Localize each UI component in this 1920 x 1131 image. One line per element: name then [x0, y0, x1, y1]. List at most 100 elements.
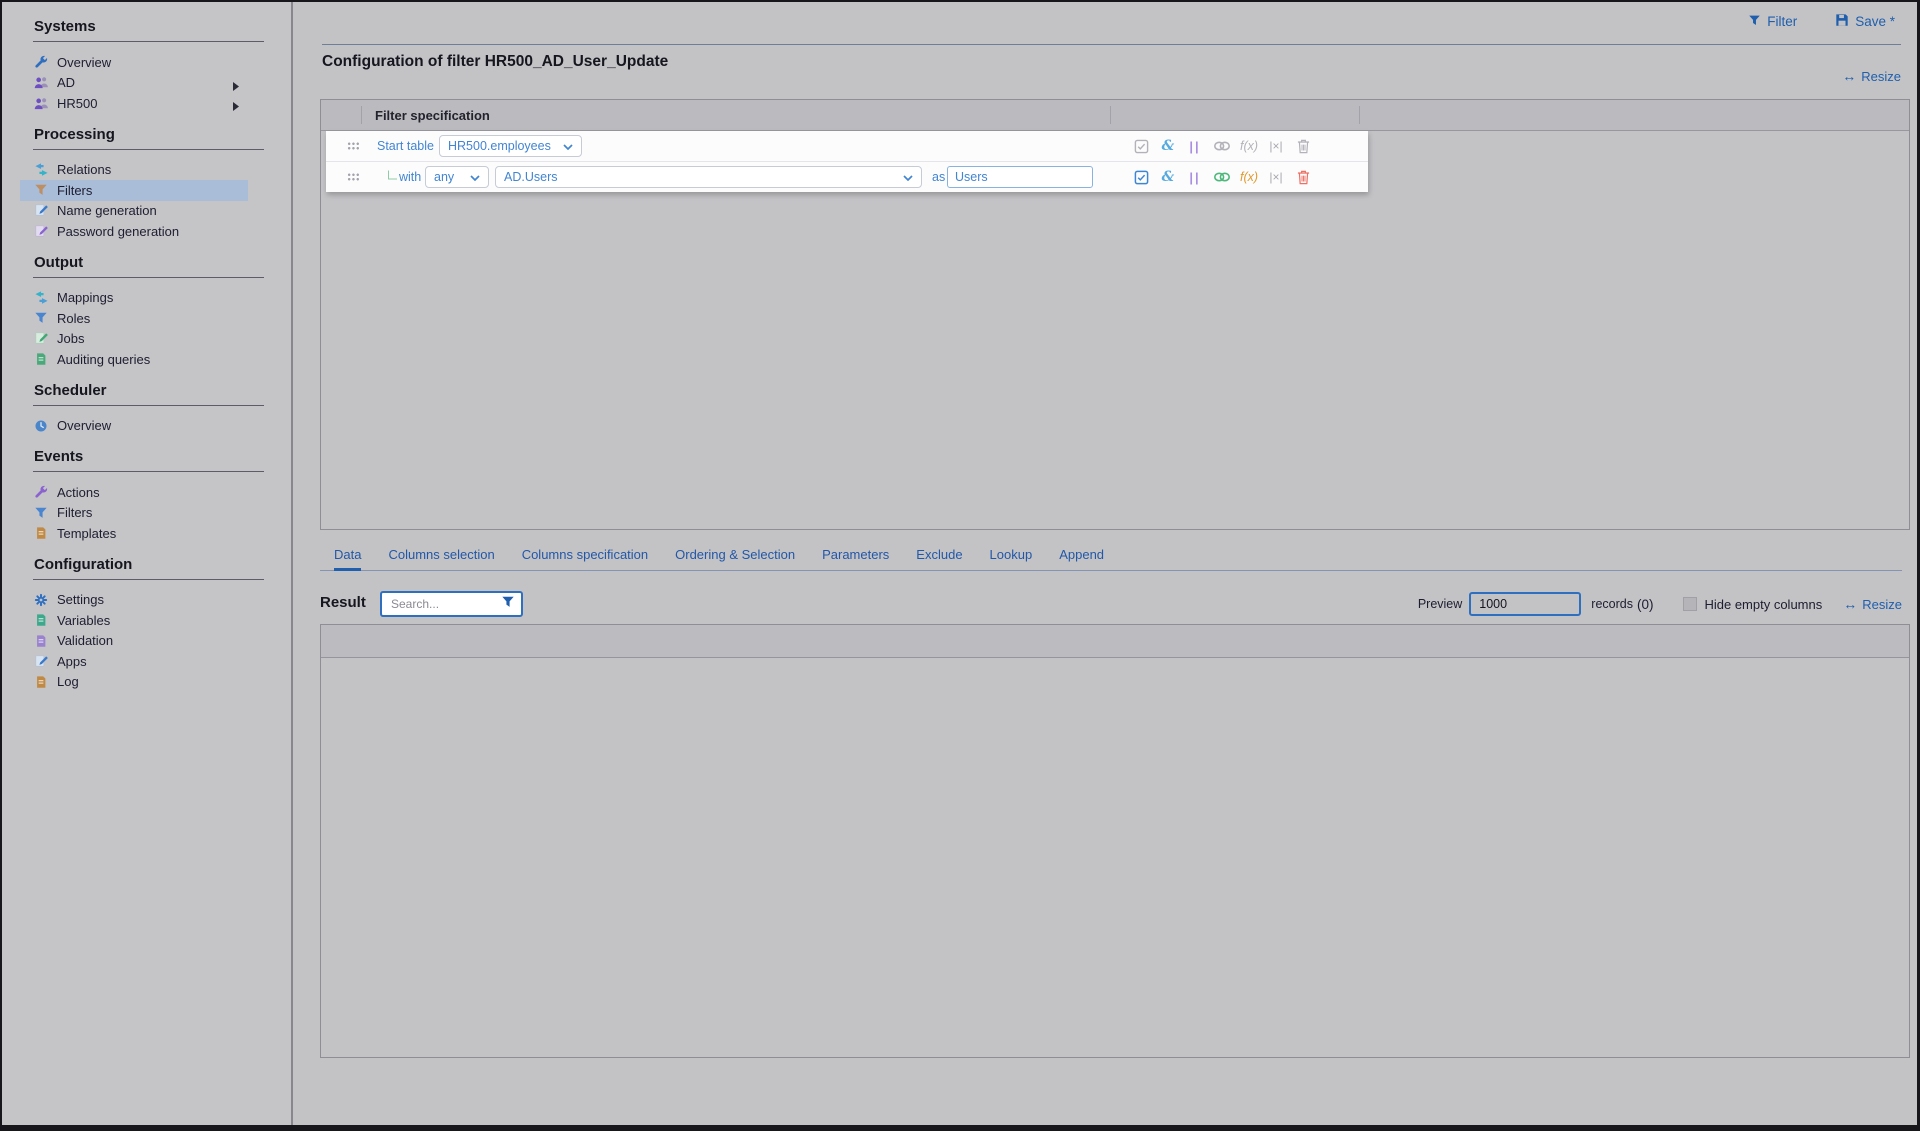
drag-handle-icon[interactable] — [347, 173, 360, 182]
hide-empty-columns-checkbox[interactable] — [1683, 597, 1697, 611]
sidebar-item-scheduler-overview[interactable]: Overview — [20, 416, 248, 437]
select-checkbox-icon[interactable] — [1132, 168, 1150, 186]
sidebar-item-actions[interactable]: Actions — [20, 482, 248, 503]
clock-icon — [33, 418, 49, 434]
search-combo — [380, 591, 523, 617]
and-operator-icon[interactable]: & — [1159, 168, 1177, 186]
sidebar-item-log[interactable]: Log — [20, 672, 248, 693]
section-divider — [33, 579, 264, 580]
or-operator-icon[interactable]: || — [1186, 168, 1204, 186]
sidebar-item-label: Jobs — [57, 331, 84, 346]
sidebar-item-name-generation[interactable]: Name generation — [20, 201, 248, 222]
drag-handle-icon[interactable] — [347, 142, 360, 151]
trash-icon[interactable] — [1294, 137, 1312, 155]
filter-button[interactable]: Filter — [1748, 14, 1797, 30]
gear-icon — [33, 592, 49, 608]
sidebar-item-label: HR500 — [57, 96, 97, 111]
tab-columns-selection[interactable]: Columns selection — [388, 547, 494, 570]
link-icon[interactable] — [1213, 168, 1231, 186]
sidebar-item-label: Settings — [57, 592, 104, 607]
document-icon — [33, 351, 49, 367]
section-title-configuration: Configuration — [34, 556, 291, 573]
sidebar-item-label: Overview — [57, 55, 111, 70]
trash-icon[interactable] — [1294, 168, 1312, 186]
sidebar-item-label: Auditing queries — [57, 352, 150, 367]
alias-input[interactable] — [947, 166, 1093, 188]
preview-label: Preview — [1418, 597, 1462, 611]
tab-columns-specification[interactable]: Columns specification — [522, 547, 648, 570]
section-divider — [33, 41, 264, 42]
quantifier-select[interactable]: any — [425, 166, 489, 188]
sidebar-item-apps[interactable]: Apps — [20, 651, 248, 672]
sidebar-item-filters-events[interactable]: Filters — [20, 503, 248, 524]
save-button[interactable]: Save * — [1835, 13, 1895, 30]
tab-parameters[interactable]: Parameters — [822, 547, 889, 570]
link-icon[interactable] — [1213, 137, 1231, 155]
select-checkbox-icon[interactable] — [1132, 137, 1150, 155]
sidebar-item-mappings[interactable]: Mappings — [20, 288, 248, 309]
spec-resize-button[interactable]: ↔ Resize — [1842, 68, 1901, 84]
wrench-icon — [33, 54, 49, 70]
funnel-icon[interactable] — [501, 595, 515, 614]
sidebar-item-validation[interactable]: Validation — [20, 631, 248, 652]
sidebar-item-variables[interactable]: Variables — [20, 610, 248, 631]
funnel-icon — [33, 505, 49, 521]
sidebar-item-label: Filters — [57, 505, 92, 520]
start-table-select[interactable]: HR500.employees — [439, 135, 582, 157]
result-panel — [320, 624, 1910, 1058]
sidebar-item-overview[interactable]: Overview — [20, 52, 248, 73]
sidebar-item-settings[interactable]: Settings — [20, 590, 248, 611]
funnel-icon — [33, 182, 49, 198]
exclude-icon[interactable]: |×| — [1267, 168, 1285, 186]
sidebar-item-relations[interactable]: Relations — [20, 160, 248, 181]
tab-ordering-selection[interactable]: Ordering & Selection — [675, 547, 795, 570]
start-table-label: Start table — [377, 139, 434, 153]
row-action-icons: & || f(x) |×| — [1132, 168, 1312, 186]
function-icon[interactable]: f(x) — [1240, 168, 1258, 186]
tab-exclude[interactable]: Exclude — [916, 547, 962, 570]
edit-doc-icon — [33, 653, 49, 669]
search-input[interactable] — [389, 596, 501, 612]
sidebar-item-templates[interactable]: Templates — [20, 523, 248, 544]
related-table-select[interactable]: AD.Users — [495, 166, 922, 188]
sidebar-item-auditing-queries[interactable]: Auditing queries — [20, 349, 248, 370]
sidebar-item-label: Validation — [57, 633, 113, 648]
sidebar-item-label: Log — [57, 674, 79, 689]
sidebar-item-roles[interactable]: Roles — [20, 308, 248, 329]
main-area: Filter Save * Configuration of filter HR… — [295, 2, 1917, 1125]
tab-append[interactable]: Append — [1059, 547, 1104, 570]
funnel-icon — [1748, 14, 1761, 30]
preview-count-input[interactable] — [1469, 592, 1581, 616]
sidebar: Systems Overview AD HR500 P — [2, 2, 293, 1125]
tab-lookup[interactable]: Lookup — [990, 547, 1033, 570]
sidebar-item-label: Filters — [57, 183, 92, 198]
sidebar-item-ad[interactable]: AD — [20, 73, 248, 94]
sidebar-item-label: Templates — [57, 526, 116, 541]
save-button-label: Save * — [1855, 14, 1895, 29]
chevron-right-icon — [233, 99, 239, 114]
tree-elbow-icon — [388, 171, 397, 180]
section-title-scheduler: Scheduler — [34, 382, 291, 399]
sidebar-item-jobs[interactable]: Jobs — [20, 329, 248, 350]
filter-spec-header: Filter specification — [321, 100, 1909, 131]
or-operator-icon[interactable]: || — [1186, 137, 1204, 155]
sidebar-item-hr500[interactable]: HR500 — [20, 93, 248, 114]
sidebar-item-filters-processing[interactable]: Filters — [20, 180, 248, 201]
sidebar-item-label: Mappings — [57, 290, 113, 305]
and-operator-icon[interactable]: & — [1159, 137, 1177, 155]
sidebar-item-label: Actions — [57, 485, 100, 500]
sidebar-item-password-generation[interactable]: Password generation — [20, 221, 248, 242]
result-resize-button[interactable]: ↔ Resize — [1843, 596, 1902, 612]
users-icon — [33, 95, 49, 111]
resize-label: Resize — [1862, 597, 1902, 612]
funnel-icon — [33, 310, 49, 326]
section-title-output: Output — [34, 254, 291, 271]
sidebar-item-label: Overview — [57, 418, 111, 433]
exclude-icon[interactable]: |×| — [1267, 137, 1285, 155]
function-icon[interactable]: f(x) — [1240, 137, 1258, 155]
with-label: with — [399, 170, 421, 184]
tab-data[interactable]: Data — [334, 547, 361, 570]
resize-arrows-icon: ↔ — [1843, 596, 1857, 612]
floppy-icon — [1835, 13, 1849, 30]
chevron-down-icon — [563, 139, 573, 153]
